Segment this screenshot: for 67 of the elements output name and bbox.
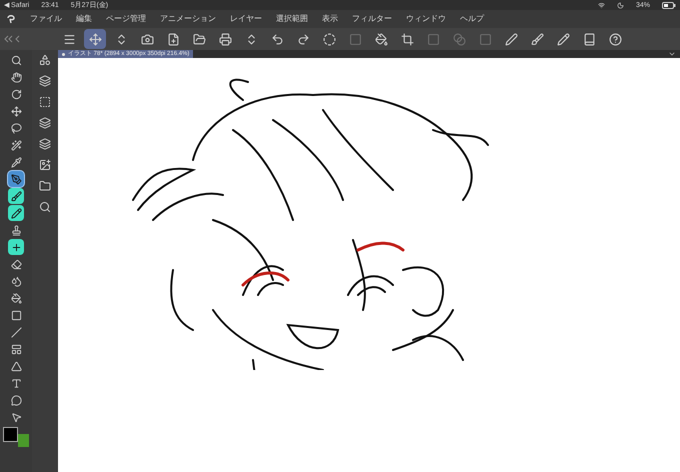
dashed-circle-icon	[322, 32, 336, 46]
undo-icon	[270, 32, 284, 46]
book-icon	[582, 32, 596, 46]
menu-item[interactable]: ヘルプ	[460, 13, 484, 25]
brush-icon	[10, 190, 22, 202]
pencil-icon	[556, 32, 570, 46]
tool-button[interactable]	[8, 205, 24, 221]
hand-icon	[10, 72, 22, 82]
toolbar-button[interactable]	[84, 29, 106, 49]
camera-icon	[140, 32, 154, 46]
tool-button[interactable]	[8, 171, 24, 187]
lasso-icon	[10, 122, 22, 134]
tool-button[interactable]	[8, 188, 24, 204]
layers-icon[interactable]	[39, 117, 51, 129]
brush-icon	[530, 32, 544, 46]
eyedropper-icon	[10, 156, 22, 168]
paint-bucket-icon	[374, 32, 388, 46]
square-icon	[348, 32, 362, 46]
app-logo-icon[interactable]	[6, 14, 16, 24]
zoom-icon	[10, 54, 22, 66]
wifi-icon	[598, 2, 605, 8]
help-icon	[608, 32, 622, 46]
menu-item[interactable]: ウィンドウ	[406, 13, 446, 25]
menu-item[interactable]: ページ管理	[106, 13, 146, 25]
collapse-panel-icon[interactable]	[4, 35, 20, 43]
moon-icon	[616, 2, 624, 8]
balloon-icon	[10, 394, 22, 406]
menu-item[interactable]: 選択範囲	[276, 13, 308, 25]
menu-item[interactable]: フィルター	[352, 13, 392, 25]
line-icon	[10, 326, 22, 338]
text-icon	[10, 378, 22, 388]
eraser-icon	[10, 258, 22, 270]
menu-item[interactable]: ファイル	[30, 13, 62, 25]
magic-wand-icon	[10, 140, 22, 150]
tool-button[interactable]	[8, 239, 24, 255]
pen-icon	[10, 174, 22, 184]
stamp-icon	[10, 224, 22, 236]
menu-item[interactable]: アニメーション	[160, 13, 216, 25]
rotate-icon	[10, 88, 22, 100]
menu-item[interactable]: レイヤー	[230, 13, 262, 25]
plus-icon	[10, 242, 22, 252]
move-icon	[10, 106, 22, 116]
search-icon[interactable]	[39, 201, 51, 213]
main-color-swatch[interactable]	[3, 427, 18, 442]
chevron-down-icon[interactable]	[668, 50, 676, 58]
new-file-icon	[166, 32, 180, 46]
menu-icon	[62, 32, 76, 46]
folder-icon	[192, 32, 206, 46]
droplets-icon	[10, 276, 22, 286]
sub-color-swatch[interactable]	[18, 434, 29, 447]
battery-icon	[662, 2, 676, 8]
crop-icon	[400, 32, 414, 46]
paint-bucket-icon	[10, 292, 22, 304]
pointer-icon	[10, 412, 22, 422]
square-icon	[426, 32, 440, 46]
frame-icon	[10, 344, 22, 354]
image-icon[interactable]	[39, 159, 51, 171]
folder-icon[interactable]	[39, 180, 51, 192]
pencil-icon	[10, 208, 22, 218]
menu-item[interactable]: 編集	[76, 13, 92, 25]
layer-icon[interactable]	[39, 75, 51, 87]
menu-item[interactable]: 表示	[322, 13, 338, 25]
pen-icon	[504, 32, 518, 46]
square-icon	[478, 32, 492, 46]
layer-stack-icon[interactable]	[39, 138, 51, 150]
dot-icon	[62, 52, 65, 56]
redo-icon	[296, 32, 310, 46]
